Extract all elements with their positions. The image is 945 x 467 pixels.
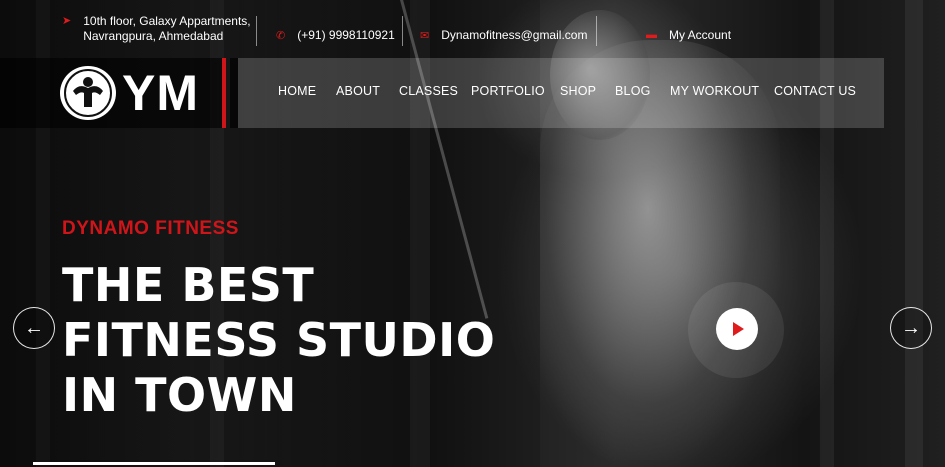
nav-classes[interactable]: CLASSES bbox=[399, 84, 458, 98]
headline-line-1: THE BEST bbox=[62, 258, 315, 312]
my-account-label: My Account bbox=[669, 28, 732, 42]
phone-link[interactable]: ✆ (+91) 9998110921 bbox=[276, 28, 395, 42]
headline-line-2: FITNESS STUDIO bbox=[62, 313, 496, 367]
bodybuilder-logo-icon bbox=[60, 66, 116, 120]
address-info: ➤ 10th floor, Galaxy Appartments, Navran… bbox=[62, 14, 251, 44]
user-icon: ▬ bbox=[646, 29, 657, 41]
nav-blog[interactable]: BLOG bbox=[615, 84, 651, 98]
play-video-button[interactable] bbox=[716, 308, 758, 350]
divider bbox=[596, 16, 597, 46]
envelope-icon: ✉ bbox=[420, 29, 430, 42]
phone-number: (+91) 9998110921 bbox=[297, 28, 395, 42]
location-arrow-icon: ➤ bbox=[62, 15, 72, 27]
carousel-prev-button[interactable]: ← bbox=[13, 307, 55, 349]
address-line-2: Navrangpura, Ahmedabad bbox=[83, 29, 224, 43]
carousel-next-button[interactable]: → bbox=[890, 307, 932, 349]
email-link[interactable]: ✉ Dynamofitness@gmail.com bbox=[420, 28, 587, 42]
logo-text: YM bbox=[122, 65, 199, 121]
arrow-right-icon: → bbox=[901, 316, 921, 339]
nav-portfolio[interactable]: PORTFOLIO bbox=[471, 84, 545, 98]
nav-shop[interactable]: SHOP bbox=[560, 84, 596, 98]
arrow-left-icon: ← bbox=[24, 316, 44, 339]
my-account-link[interactable]: ▬ My Account bbox=[646, 28, 731, 42]
site-logo[interactable]: YM bbox=[0, 58, 222, 128]
nav-contact-us[interactable]: CONTACT US bbox=[774, 84, 856, 98]
play-icon bbox=[733, 322, 744, 336]
email-address: Dynamofitness@gmail.com bbox=[441, 28, 588, 42]
nav-about[interactable]: ABOUT bbox=[336, 84, 380, 98]
divider bbox=[256, 16, 257, 46]
top-info-bar: ➤ 10th floor, Galaxy Appartments, Navran… bbox=[0, 0, 945, 58]
nav-home[interactable]: HOME bbox=[278, 84, 316, 98]
headline-line-3: IN TOWN bbox=[62, 368, 297, 422]
address-line-1: 10th floor, Galaxy Appartments, bbox=[83, 14, 251, 28]
divider bbox=[402, 16, 403, 46]
nav-my-workout[interactable]: MY WORKOUT bbox=[670, 84, 759, 98]
main-navigation: HOME ABOUT CLASSES PORTFOLIO SHOP BLOG M… bbox=[238, 58, 884, 128]
logo-divider bbox=[230, 58, 238, 128]
hero-eyebrow: DYNAMO FITNESS bbox=[62, 218, 239, 239]
logo-accent-bar bbox=[222, 58, 226, 128]
slider-progress-bar bbox=[33, 462, 275, 465]
phone-icon: ✆ bbox=[276, 29, 286, 42]
hero-headline: THE BEST FITNESS STUDIO IN TOWN bbox=[62, 258, 495, 423]
